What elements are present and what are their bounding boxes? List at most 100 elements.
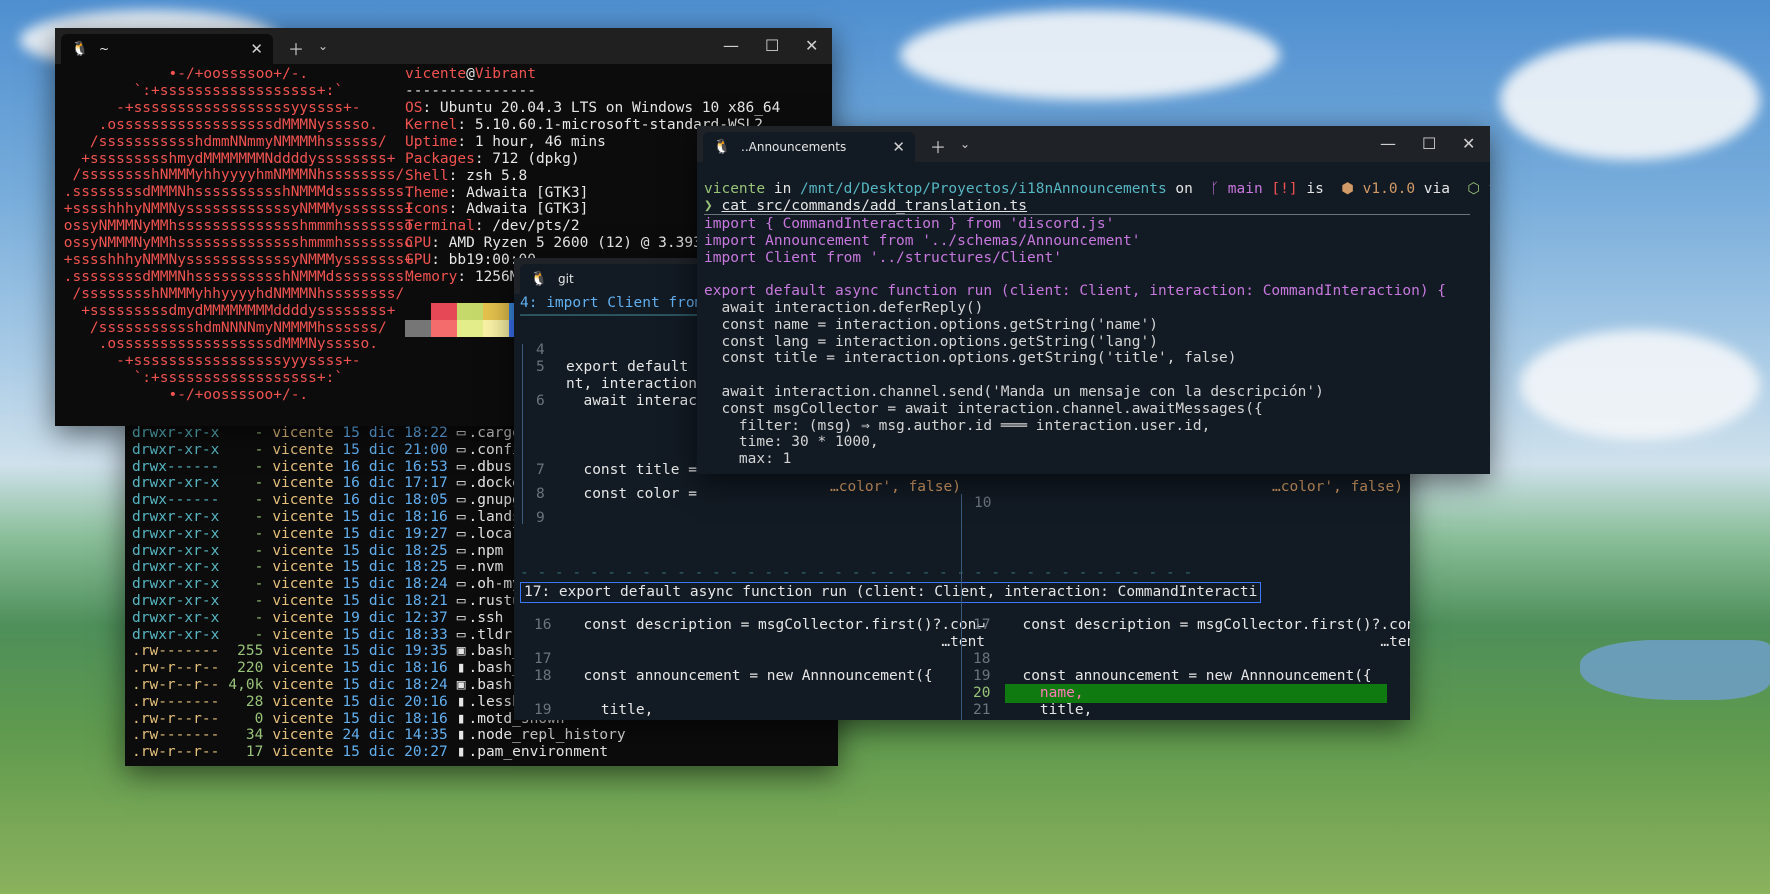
line-number: 22 (973, 718, 990, 720)
close-window-button[interactable]: ✕ (1462, 134, 1475, 153)
maximize-button[interactable]: ☐ (765, 36, 779, 55)
info-value: : 712 (dpkg) (474, 150, 580, 167)
chevron-down-icon[interactable]: ⌄ (960, 137, 970, 151)
close-tab-icon[interactable]: ✕ (250, 40, 263, 58)
folder-icon: ▭ (456, 525, 466, 542)
owner: vicente (272, 458, 334, 475)
ls-row: drwxr-xr-x - vicente 19 dic 12:37 ▭ .ssh (132, 610, 503, 627)
size: - (254, 593, 264, 609)
minimize-button[interactable]: — (723, 36, 739, 55)
size: - (254, 475, 264, 492)
size: 220 (237, 660, 264, 677)
user-host-line: vicente@Vibrant (405, 66, 536, 83)
folder-icon: ▭ (456, 576, 466, 593)
new-tab-icon[interactable]: ＋ (288, 36, 304, 60)
tab-announcements[interactable]: 🐧 ..Announcements ✕ (703, 132, 915, 162)
ls-row: drwx------ - vicente 16 dic 16:53 ▭ .dbus (132, 459, 512, 476)
file-name: .tldr (468, 626, 513, 643)
info-key: Theme (405, 184, 449, 201)
minimize-button[interactable]: — (1380, 134, 1396, 153)
info-key: Packages (405, 150, 475, 167)
owner: vicente (272, 626, 334, 643)
code-line: const title = interaction.options.getStr… (704, 350, 1237, 367)
size: - (254, 525, 264, 542)
time: 14:35 (404, 727, 448, 744)
permissions: drwxr-xr-x (132, 509, 220, 525)
owner: vicente (272, 727, 334, 744)
info-key: OS (405, 100, 423, 116)
code-line: max: 1 (704, 451, 792, 468)
time: 18:25 (404, 542, 448, 559)
permissions: drwxr-xr-x (132, 542, 220, 559)
size: - (254, 576, 264, 593)
size: 0 (254, 710, 264, 727)
ls-row: .rw------- 28 vicente 15 dic 20:16 ▮ .lesshst (132, 694, 538, 711)
line-number: 5 (536, 359, 545, 375)
day: 16 (342, 492, 360, 509)
owner: vicente (272, 425, 334, 441)
file-name: .dbus (468, 458, 513, 475)
time: 18:21 (404, 593, 448, 609)
time: 18:05 (404, 492, 448, 509)
folder-icon: ▭ (456, 593, 466, 609)
info-row: Uptime: 1 hour, 46 mins (405, 134, 606, 151)
month: dic (368, 458, 396, 475)
permissions: .rw-r--r-- (132, 660, 220, 677)
hunk-header: 17: export default async function run (c… (520, 582, 1262, 603)
logo-line: `:+ssssssssssssssssss+:` (55, 82, 344, 99)
logo-line: ossyNMMMNyMMhsssssssssssssshmmmhssssssso (55, 235, 413, 251)
color-swatch (457, 320, 483, 337)
terminal-icon: ▣ (456, 677, 466, 693)
size: - (254, 559, 264, 576)
ls-row: .rw-r--r--0vicente15dic18:16▮.motd_shown (132, 711, 565, 728)
new-tab-icon[interactable]: ＋ (930, 134, 946, 158)
size: 255 (237, 643, 264, 660)
prompt-arrow-icon: ❯ (704, 198, 722, 214)
size: 17 (245, 744, 264, 761)
time: 19:35 (404, 643, 448, 660)
tab-git[interactable]: 🐧 git (520, 264, 720, 294)
file-icon: ▮ (456, 693, 466, 710)
color-swatch (431, 303, 457, 320)
color-swatch (483, 303, 509, 320)
logo-line: .ossssssssssssssssssdMMMNysssso. (55, 336, 379, 353)
chevron-down-icon[interactable]: ⌄ (318, 39, 328, 53)
permissions: .rw------- (132, 643, 220, 660)
permissions: .rw-r--r-- (132, 744, 220, 761)
close-window-button[interactable]: ✕ (805, 36, 818, 55)
info-key: GPU (405, 252, 432, 269)
prompt-version: v1.0.0 (1353, 181, 1416, 197)
ls-row: drwxr-xr-x - vicente 15 dic 19:27 ▭ .local (132, 526, 521, 543)
permissions: .rw------- (132, 727, 220, 744)
file-icon: ▮ (456, 660, 466, 677)
day: 15 (342, 542, 360, 559)
prompt-text: on (1166, 181, 1202, 197)
maximize-button[interactable]: ☐ (1422, 134, 1436, 153)
time: 20:16 (404, 693, 448, 710)
line-number: 6 (536, 393, 545, 409)
code-line: color, (566, 718, 653, 720)
hostname: Vibrant (474, 66, 536, 82)
owner: vicente (272, 441, 334, 458)
ls-row: .rw------- 34 vicente 24 dic 14:35 ▮ .node_repl… (132, 727, 626, 744)
line-number: 20 (534, 718, 551, 720)
info-key: Kernel (405, 116, 458, 133)
permissions: drwxr-xr-x (132, 475, 220, 492)
logo-line: /sssssssshNMMMyhhyyyyhmNMMMNhssssssss/ (55, 167, 405, 184)
close-tab-icon[interactable]: ✕ (892, 138, 905, 156)
info-row: Shell: zsh 5.8 (405, 168, 527, 185)
month: dic (368, 509, 396, 525)
permissions: drwxr-xr-x (132, 425, 220, 441)
ls-row: drwxr-xr-x - vicente 15 dic 18:25 ▭ .npm (132, 543, 503, 560)
announcements-terminal-window[interactable]: 🐧 ..Announcements ✕ ＋ ⌄ — ☐ ✕ vicente in… (697, 126, 1490, 474)
month: dic (368, 475, 396, 492)
time: 16:53 (404, 458, 448, 475)
size: - (254, 458, 264, 475)
size: 4,0k (228, 677, 264, 693)
git-branch-icon: ᚴ (1201, 181, 1220, 197)
owner: vicente (272, 559, 334, 576)
linux-tux-icon: 🐧 (71, 41, 89, 57)
line-number: 16 (534, 617, 552, 633)
permissions: .rw------- (132, 693, 220, 710)
tab-home[interactable]: 🐧 ~ ✕ (61, 34, 273, 64)
